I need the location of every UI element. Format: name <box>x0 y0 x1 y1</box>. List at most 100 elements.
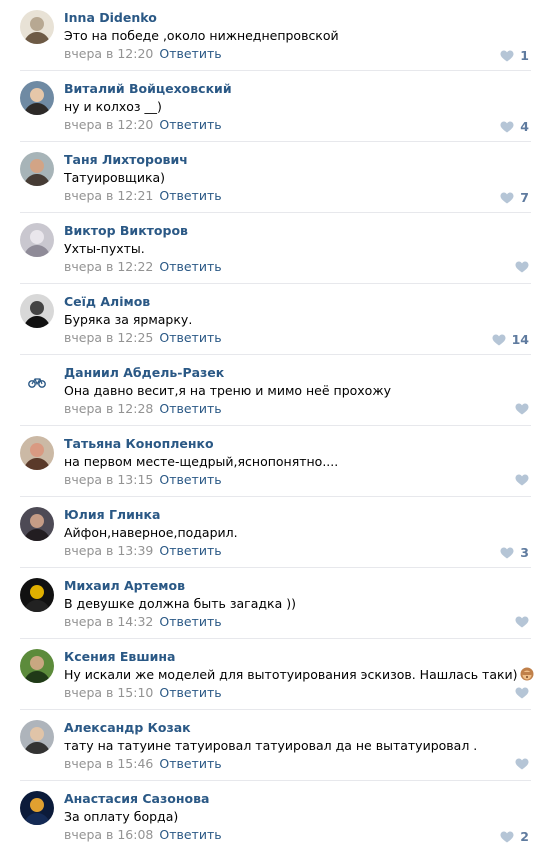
comment-time[interactable]: вчера в 13:39 <box>64 543 153 558</box>
comment-author[interactable]: Даниил Абдель-Разек <box>64 365 224 380</box>
reply-button[interactable]: Ответить <box>159 188 221 203</box>
reply-button[interactable]: Ответить <box>159 117 221 132</box>
heart-icon <box>515 261 529 273</box>
comment-text: За оплату борда) <box>64 809 178 824</box>
comment-author[interactable]: Ксения Евшина <box>64 649 175 664</box>
like-count: 4 <box>520 119 529 134</box>
comment-item: Сеїд Алімов Буряка за ярмарку. вчера в 12:… <box>0 284 555 355</box>
avatar[interactable] <box>20 81 54 115</box>
avatar[interactable] <box>20 223 54 257</box>
heart-icon <box>515 758 529 770</box>
comment-time[interactable]: вчера в 12:21 <box>64 188 153 203</box>
like-count: 14 <box>511 332 529 347</box>
comment-time[interactable]: вчера в 12:20 <box>64 117 153 132</box>
reply-button[interactable]: Ответить <box>159 614 221 629</box>
avatar[interactable] <box>20 294 54 328</box>
comment-text: Айфон,наверное,подарил. <box>64 525 238 540</box>
comment-item: Виктор Викторов Ухты-пухты. вчера в 12:22 О… <box>0 213 555 284</box>
like-button[interactable]: 4 <box>500 119 529 134</box>
reply-button[interactable]: Ответить <box>159 330 221 345</box>
avatar[interactable] <box>20 720 54 754</box>
comment-time[interactable]: вчера в 14:32 <box>64 614 153 629</box>
heart-icon <box>500 192 514 203</box>
comment-author[interactable]: Inna Didenko <box>64 10 157 25</box>
see-no-evil-monkey-icon <box>520 667 534 681</box>
like-count: 2 <box>520 829 529 844</box>
reply-button[interactable]: Ответить <box>159 472 221 487</box>
comment-text: тату на татуине татуировал татуировал да… <box>64 738 477 753</box>
reply-button[interactable]: Ответить <box>159 756 221 771</box>
comment-time[interactable]: вчера в 13:15 <box>64 472 153 487</box>
comment-author[interactable]: Таня Лихторович <box>64 152 188 167</box>
comment-text: Это на победе ,около нижнеднепровской <box>64 28 339 43</box>
comment-author[interactable]: Виталий Войцеховский <box>64 81 232 96</box>
user-photo <box>20 507 54 541</box>
heart-icon <box>515 474 529 486</box>
like-button[interactable]: 1 <box>500 48 529 63</box>
avatar[interactable] <box>20 578 54 612</box>
comment-item: Александр Козак тату на татуине татуирова… <box>0 710 555 781</box>
reply-button[interactable]: Ответить <box>159 46 221 61</box>
like-button[interactable] <box>515 687 529 699</box>
user-photo <box>20 10 54 44</box>
comment-text: Буряка за ярмарку. <box>64 312 192 327</box>
comment-text: В девушке должна быть загадка )) <box>64 596 296 611</box>
comment-author[interactable]: Виктор Викторов <box>64 223 188 238</box>
comment-meta: вчера в 15:46 Ответить <box>64 756 222 771</box>
heart-icon <box>500 831 514 842</box>
like-button[interactable]: 14 <box>492 332 529 347</box>
comment-author[interactable]: Татьяна Конопленко <box>64 436 214 451</box>
avatar[interactable] <box>20 791 54 825</box>
comment-item: Ксения Евшина Ну искали же моделей для вы… <box>0 639 555 710</box>
like-button[interactable] <box>515 261 529 273</box>
like-button[interactable] <box>515 758 529 770</box>
comment-author[interactable]: Александр Козак <box>64 720 191 735</box>
comment-time[interactable]: вчера в 15:10 <box>64 685 153 700</box>
comment-meta: вчера в 16:08 Ответить <box>64 827 222 842</box>
user-photo <box>20 152 54 186</box>
comment-time[interactable]: вчера в 12:20 <box>64 46 153 61</box>
comment-text-content: Она давно весит,я на треню и мимо неё пр… <box>64 383 391 398</box>
comment-time[interactable]: вчера в 12:25 <box>64 330 153 345</box>
reply-button[interactable]: Ответить <box>159 543 221 558</box>
like-button[interactable]: 2 <box>500 829 529 844</box>
comment-text-content: тату на татуине татуировал татуировал да… <box>64 738 478 753</box>
reply-button[interactable]: Ответить <box>159 685 221 700</box>
avatar[interactable] <box>20 436 54 470</box>
avatar[interactable] <box>20 507 54 541</box>
comment-author[interactable]: Сеїд Алімов <box>64 294 150 309</box>
comment-time[interactable]: вчера в 15:46 <box>64 756 153 771</box>
comment-text: на первом месте-щедрый,яснопонятно.... <box>64 454 338 469</box>
avatar[interactable] <box>20 152 54 186</box>
avatar[interactable] <box>20 649 54 683</box>
comment-item: Анастасия Сазонова За оплату борда) вчера … <box>0 781 555 852</box>
comment-time[interactable]: вчера в 12:28 <box>64 401 153 416</box>
comment-meta: вчера в 12:22 Ответить <box>64 259 222 274</box>
comment-text: Татуировщика) <box>64 170 165 185</box>
reply-button[interactable]: Ответить <box>159 401 221 416</box>
reply-button[interactable]: Ответить <box>159 259 221 274</box>
reply-button[interactable]: Ответить <box>159 827 221 842</box>
comment-text: Ухты-пухты. <box>64 241 145 256</box>
avatar[interactable] <box>20 10 54 44</box>
like-button[interactable] <box>515 616 529 628</box>
heart-icon <box>492 334 506 345</box>
comment-text-content: В девушке должна быть загадка )) <box>64 596 296 611</box>
comment-meta: вчера в 15:10 Ответить <box>64 685 222 700</box>
like-button[interactable]: 7 <box>500 190 529 205</box>
comment-text-content: Буряка за ярмарку. <box>64 312 193 327</box>
like-button[interactable] <box>515 474 529 486</box>
comment-author[interactable]: Михаил Артемов <box>64 578 185 593</box>
comment-time[interactable]: вчера в 12:22 <box>64 259 153 274</box>
like-count: 3 <box>520 545 529 560</box>
comment-item: Таня Лихторович Татуировщика) вчера в 12:2… <box>0 142 555 213</box>
like-button[interactable]: 3 <box>500 545 529 560</box>
heart-icon <box>515 616 529 628</box>
like-button[interactable] <box>515 403 529 415</box>
comment-author[interactable]: Юлия Глинка <box>64 507 160 522</box>
comment-author[interactable]: Анастасия Сазонова <box>64 791 209 806</box>
avatar[interactable] <box>20 365 54 399</box>
user-photo <box>20 294 54 328</box>
comment-text-content: Это на победе ,около нижнеднепровской <box>64 28 339 43</box>
comment-time[interactable]: вчера в 16:08 <box>64 827 153 842</box>
